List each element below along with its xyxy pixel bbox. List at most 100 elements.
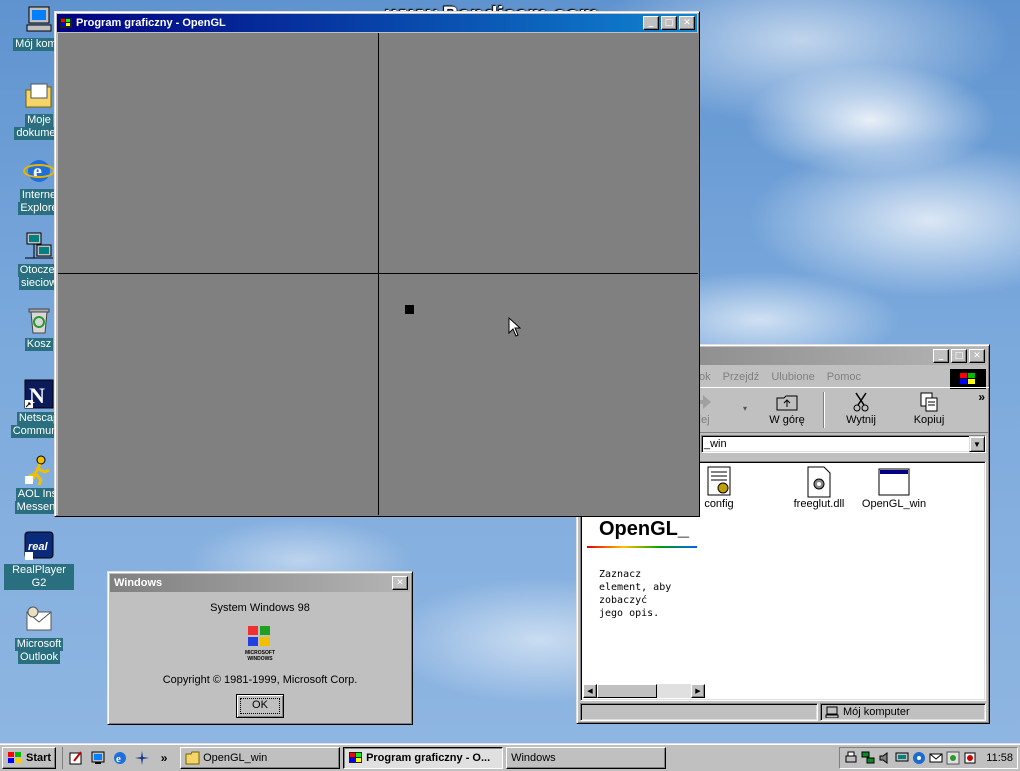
quick-launch-ie-icon[interactable]: e (111, 749, 129, 767)
svg-text:real: real (28, 541, 49, 553)
address-input[interactable]: _win ▼ (701, 435, 986, 453)
tray-network-icon[interactable] (861, 751, 875, 765)
file-label: freeglut.dll (793, 498, 845, 510)
desktop-icon-realplayer[interactable]: real RealPlayer G2 (4, 530, 74, 590)
dll-gear-icon (803, 466, 835, 498)
up-button[interactable]: W górę (757, 392, 817, 426)
application-window-icon (878, 466, 910, 498)
tray-antivirus-icon[interactable] (912, 751, 926, 765)
desktop-icon-label: Outlook (18, 651, 60, 664)
computer-icon (23, 4, 55, 36)
mouse-cursor-icon (508, 317, 522, 337)
horizontal-scrollbar[interactable]: ◀ ▶ (583, 684, 705, 698)
quick-launch-edit-icon[interactable] (67, 749, 85, 767)
copy-icon (917, 392, 941, 412)
desktop-icon-label: RealPlayer G2 (4, 564, 74, 590)
file-item-opengl-win[interactable]: OpenGL_win (857, 466, 931, 510)
vertical-axis-line (378, 33, 379, 515)
close-button[interactable]: ✕ (392, 576, 408, 590)
address-dropdown-button[interactable]: ▼ (969, 436, 985, 452)
app-icon (348, 751, 364, 765)
dialog-body: System Windows 98 MICROSOFT WINDOWS Copy… (108, 594, 412, 718)
task-button-windows[interactable]: Windows (506, 746, 667, 769)
menu-item-favorites[interactable]: Ulubione (771, 371, 814, 383)
maximize-button[interactable]: □ (951, 349, 967, 363)
clock[interactable]: 11:58 (986, 752, 1013, 764)
menu-item-go[interactable]: Przejdź (723, 371, 760, 383)
realplayer-icon: real (23, 530, 55, 562)
outlook-icon (23, 604, 55, 636)
horizontal-axis-line (58, 273, 698, 274)
tray-misc-icon[interactable] (963, 751, 977, 765)
explorer-statusbar: Mój komputer (580, 703, 986, 721)
quick-launch: e » (62, 746, 177, 769)
tray-volume-icon[interactable] (878, 751, 892, 765)
copy-button[interactable]: Kopiuj (899, 392, 959, 426)
tray-icq-icon[interactable] (946, 751, 960, 765)
scissors-icon (849, 392, 873, 412)
about-windows-dialog[interactable]: Windows ✕ System Windows 98 MICROSOFT WI… (107, 571, 413, 725)
ok-button[interactable]: OK (236, 694, 284, 718)
svg-text:e: e (116, 753, 121, 765)
taskbar: Start e » OpenGL_win Program graficzny -… (0, 743, 1020, 771)
opengl-program-window[interactable]: Program graficzny - OpenGL _ □ ✕ (54, 11, 700, 517)
toolbar-more-chevron[interactable]: » (978, 390, 985, 404)
tray-display-icon[interactable] (895, 751, 909, 765)
task-button-opengl-win[interactable]: OpenGL_win (180, 746, 341, 769)
folder-title-underline (587, 546, 697, 548)
folder-title: OpenGL_ (599, 518, 690, 540)
recycle-bin-icon (23, 304, 55, 336)
desktop: Mój komp Moje dokumen e Interne Explore … (0, 0, 1020, 743)
program-titlebar[interactable]: Program graficzny - OpenGL _ □ ✕ (57, 14, 697, 32)
logo-caption: MICROSOFT WINDOWS (245, 650, 275, 662)
scroll-thumb[interactable] (597, 684, 657, 698)
cut-button[interactable]: Wytnij (831, 392, 891, 426)
plotted-square (405, 305, 414, 314)
desktop-icon-label: Moje (25, 114, 53, 127)
maximize-button[interactable]: □ (661, 16, 677, 30)
desktop-icon-label: Microsoft (14, 638, 64, 651)
network-icon (23, 230, 55, 262)
file-item-freeglut-dll[interactable]: freeglut.dll (781, 466, 857, 510)
dialog-title: Windows (114, 577, 163, 589)
selection-hint: Zaznacz element, aby zobaczyć jego opis. (599, 569, 672, 619)
minimize-button[interactable]: _ (933, 349, 949, 363)
folder-up-icon (775, 392, 799, 412)
desktop-icon-label: Interne (19, 189, 59, 202)
forward-dropdown-icon[interactable]: ▾ (743, 404, 747, 413)
minimize-button[interactable]: _ (643, 16, 659, 30)
program-title: Program graficzny - OpenGL (76, 17, 226, 29)
tray-mail-icon[interactable] (929, 751, 943, 765)
folder-documents-icon (23, 80, 55, 112)
app-icon (59, 16, 73, 30)
system-tray: 11:58 (839, 746, 1018, 769)
windows-logo-icon (950, 369, 986, 389)
file-label: OpenGL_win (861, 498, 927, 510)
netscape-icon: N (23, 378, 55, 410)
quick-launch-channels-icon[interactable] (133, 749, 151, 767)
folder-icon (185, 751, 201, 765)
desktop-icon-outlook[interactable]: Microsoft Outlook (4, 604, 74, 664)
menu-item-help[interactable]: Pomoc (827, 371, 861, 383)
scroll-left-button[interactable]: ◀ (583, 684, 597, 698)
status-zone: Mój komputer (820, 703, 986, 721)
aol-running-man-icon (23, 454, 55, 486)
computer-small-icon (825, 706, 839, 719)
scroll-right-button[interactable]: ▶ (691, 684, 705, 698)
quick-launch-desktop-icon[interactable] (89, 749, 107, 767)
tray-printer-icon[interactable] (844, 751, 858, 765)
opengl-canvas[interactable] (58, 33, 698, 515)
quick-launch-more-chevron[interactable]: » (155, 749, 173, 767)
start-button[interactable]: Start (2, 746, 57, 769)
copyright-text: Copyright © 1981-1999, Microsoft Corp. (162, 674, 358, 686)
close-button[interactable]: ✕ (969, 349, 985, 363)
product-name: System Windows 98 (210, 602, 310, 614)
windows-logo-icon (7, 751, 23, 765)
internet-explorer-icon: e (23, 155, 55, 187)
file-label: config (704, 498, 734, 510)
menu-item-view[interactable]: ok (699, 371, 711, 383)
task-button-program-graficzny[interactable]: Program graficzny - O... (343, 746, 504, 769)
dialog-titlebar[interactable]: Windows ✕ (110, 574, 410, 592)
desktop-icon-label: Kosz (24, 338, 54, 351)
close-button[interactable]: ✕ (679, 16, 695, 30)
